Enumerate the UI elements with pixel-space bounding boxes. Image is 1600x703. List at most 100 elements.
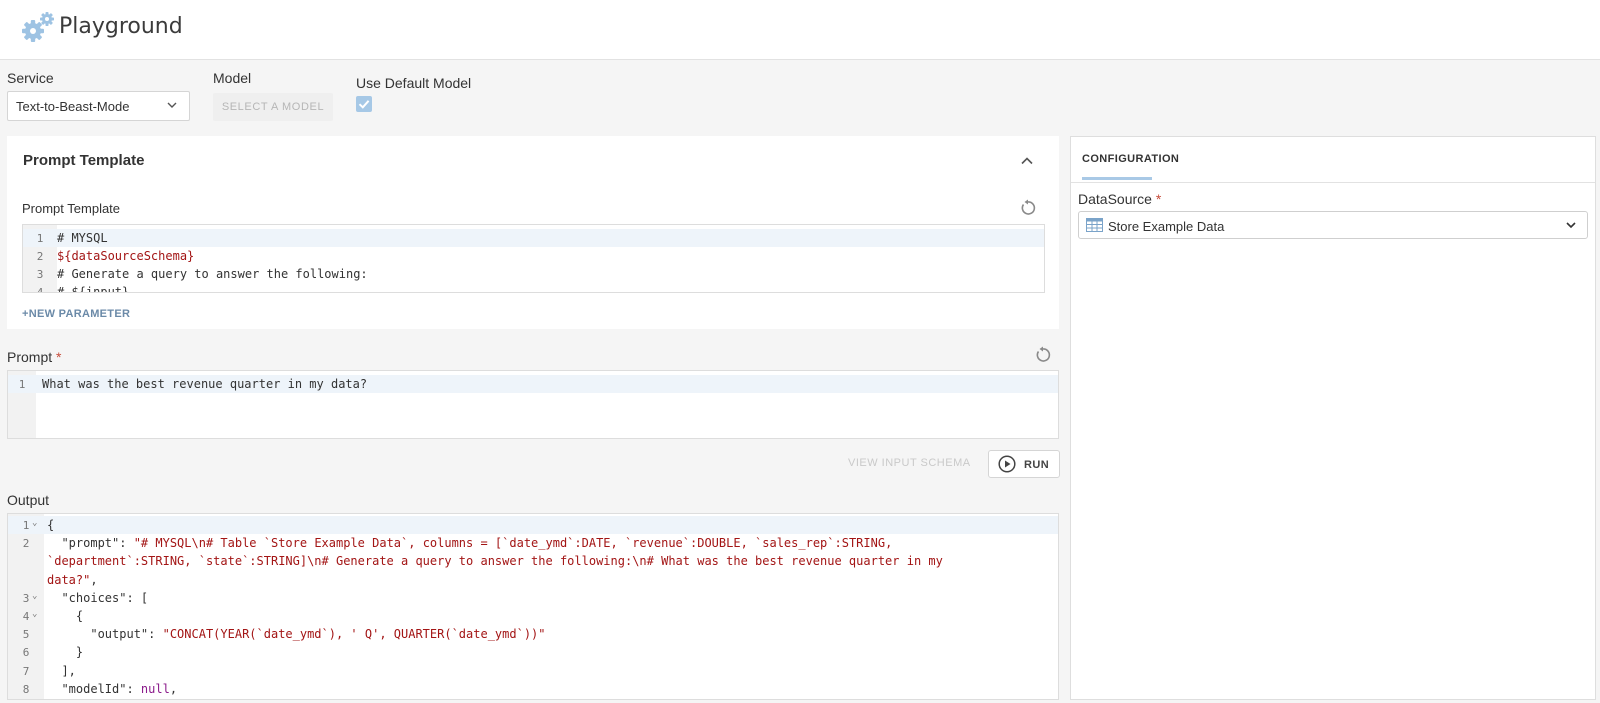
datasource-select[interactable]: Store Example Data bbox=[1078, 211, 1588, 239]
reset-icon[interactable] bbox=[1034, 346, 1052, 364]
code-line: `department`:STRING, `state`:STRING]\n# … bbox=[8, 552, 1058, 570]
chevron-down-icon bbox=[167, 102, 177, 108]
code-token: "output": bbox=[47, 627, 163, 642]
prompt-template-field-label: Prompt Template bbox=[22, 201, 121, 216]
code-token: { bbox=[47, 609, 84, 623]
prompt-label: Prompt * bbox=[7, 349, 61, 365]
code-line: 4 # ${input} bbox=[23, 283, 1044, 293]
code-token: } bbox=[47, 645, 84, 660]
line-number: 2 bbox=[36, 250, 44, 263]
code-line: 5 "output": "CONCAT(YEAR(`date_ymd`), ' … bbox=[8, 625, 1058, 643]
code-text: What was the best revenue quarter in my … bbox=[42, 377, 368, 391]
line-number: 3 bbox=[36, 268, 44, 281]
code-token: data?" bbox=[47, 572, 91, 587]
code-token: "modelId": bbox=[47, 681, 141, 696]
code-text: ], bbox=[47, 663, 76, 678]
code-text: data?", bbox=[47, 573, 98, 587]
code-text: "prompt": "# MYSQL\n# Table `Store Examp… bbox=[47, 536, 892, 550]
code-line: 1 ⌄ { bbox=[8, 516, 1058, 534]
code-line: 3 ⌄ "choices": [ bbox=[8, 589, 1058, 607]
code-text: # Generate a query to answer the followi… bbox=[57, 267, 368, 281]
line-number: 4 bbox=[22, 610, 30, 623]
line-number: 3 bbox=[22, 591, 30, 605]
tab-configuration[interactable]: CONFIGURATION bbox=[1082, 153, 1179, 165]
use-default-model-checkbox[interactable] bbox=[356, 96, 372, 112]
service-select[interactable]: Text-to-Beast-Mode bbox=[7, 91, 190, 121]
reset-icon[interactable] bbox=[1019, 199, 1037, 217]
code-line: data?", bbox=[8, 571, 1058, 589]
code-line: 1 What was the best revenue quarter in my… bbox=[8, 375, 1058, 393]
line-number: 6 bbox=[22, 646, 30, 660]
divider bbox=[1071, 182, 1595, 183]
code-line: 3 # Generate a query to answer the follow… bbox=[23, 265, 1044, 283]
required-mark: * bbox=[1155, 191, 1162, 207]
gears-icon bbox=[22, 12, 54, 42]
prompt-template-panel-title: Prompt Template bbox=[23, 152, 145, 169]
code-text: } bbox=[47, 645, 83, 659]
run-button[interactable]: RUN bbox=[988, 450, 1060, 478]
code-token: "choices": [ bbox=[47, 590, 149, 605]
new-parameter-button[interactable]: +NEW PARAMETER bbox=[22, 308, 130, 320]
code-token: { bbox=[47, 518, 55, 532]
chevron-down-icon bbox=[1566, 222, 1576, 229]
line-number: 7 bbox=[22, 664, 30, 678]
code-text: { bbox=[47, 609, 83, 623]
datasource-label-text: DataSource bbox=[1078, 191, 1152, 207]
required-mark: * bbox=[56, 349, 62, 365]
code-text: ${dataSourceSchema} bbox=[57, 249, 195, 263]
prompt-template-editor[interactable]: 1 # MYSQL 2 ${dataSourceSchema} 3 # Generate … bbox=[22, 224, 1045, 293]
output-label: Output bbox=[7, 492, 50, 508]
fold-chevron-icon[interactable]: ⌄ bbox=[32, 518, 37, 528]
fold-chevron-icon[interactable]: ⌄ bbox=[32, 591, 37, 601]
code-line: 1 # MYSQL bbox=[23, 229, 1044, 247]
code-text: "choices": [ bbox=[47, 591, 148, 605]
active-tab-indicator bbox=[1082, 177, 1152, 180]
code-text: "output": "CONCAT(YEAR(`date_ymd`), ' Q'… bbox=[47, 627, 546, 642]
fold-chevron-icon[interactable]: ⌄ bbox=[32, 609, 37, 619]
page-title: Playground bbox=[59, 14, 183, 39]
line-number: 1 bbox=[22, 519, 30, 532]
model-label: Model bbox=[213, 70, 252, 86]
code-line: 2 ${dataSourceSchema} bbox=[23, 247, 1044, 265]
code-token: , bbox=[90, 572, 98, 587]
code-line: 2 "prompt": "# MYSQL\n# Table `Store Exa… bbox=[8, 534, 1058, 552]
line-number: 4 bbox=[36, 286, 44, 293]
table-icon bbox=[1086, 218, 1103, 232]
play-icon bbox=[998, 455, 1016, 473]
line-number: 1 bbox=[36, 232, 44, 245]
service-label: Service bbox=[7, 70, 54, 86]
code-text: { bbox=[47, 518, 54, 532]
code-token: "# MYSQL\n# Table `Store Example Data`, … bbox=[133, 536, 893, 551]
code-token: ], bbox=[47, 663, 76, 678]
code-line: 4 ⌄ { bbox=[8, 607, 1058, 625]
code-text: # ${input} bbox=[57, 285, 130, 293]
code-token: "prompt": bbox=[47, 536, 134, 551]
code-token: "CONCAT(YEAR(`date_ymd`), ' Q', QUARTER(… bbox=[162, 627, 546, 642]
code-text: # MYSQL bbox=[57, 231, 108, 245]
select-model-button[interactable]: SELECT A MODEL bbox=[213, 93, 333, 121]
line-number: 8 bbox=[22, 682, 30, 696]
code-token: , bbox=[169, 681, 178, 696]
line-number: 2 bbox=[22, 537, 30, 551]
prompt-label-text: Prompt bbox=[7, 349, 53, 365]
use-default-model-label: Use Default Model bbox=[356, 75, 472, 91]
code-line: 6 } bbox=[8, 643, 1058, 661]
code-text: "modelId": null, bbox=[47, 682, 177, 696]
datasource-label: DataSource * bbox=[1078, 191, 1161, 207]
run-button-label: RUN bbox=[1024, 459, 1050, 471]
prompt-editor[interactable]: 1 What was the best revenue quarter in my… bbox=[7, 370, 1059, 439]
app-header: Playground bbox=[0, 0, 1600, 60]
code-line: 7 ], bbox=[8, 662, 1058, 680]
line-number: 5 bbox=[22, 628, 30, 642]
view-input-schema-button[interactable]: VIEW INPUT SCHEMA bbox=[848, 457, 971, 469]
service-select-value: Text-to-Beast-Mode bbox=[16, 99, 130, 114]
code-text: `department`:STRING, `state`:STRING]\n# … bbox=[47, 554, 943, 568]
output-editor[interactable]: 1 ⌄{2 "prompt": "# MYSQL\n# Table `Store … bbox=[7, 513, 1059, 700]
code-token: null bbox=[140, 681, 170, 696]
code-token: `department`:STRING, `state`:STRING]\n# … bbox=[47, 554, 943, 569]
chevron-up-icon[interactable] bbox=[1020, 154, 1034, 168]
checkmark-icon bbox=[358, 100, 370, 109]
code-line: 8 "modelId": null, bbox=[8, 680, 1058, 698]
datasource-select-value: Store Example Data bbox=[1108, 219, 1225, 234]
line-number: 1 bbox=[18, 378, 26, 391]
